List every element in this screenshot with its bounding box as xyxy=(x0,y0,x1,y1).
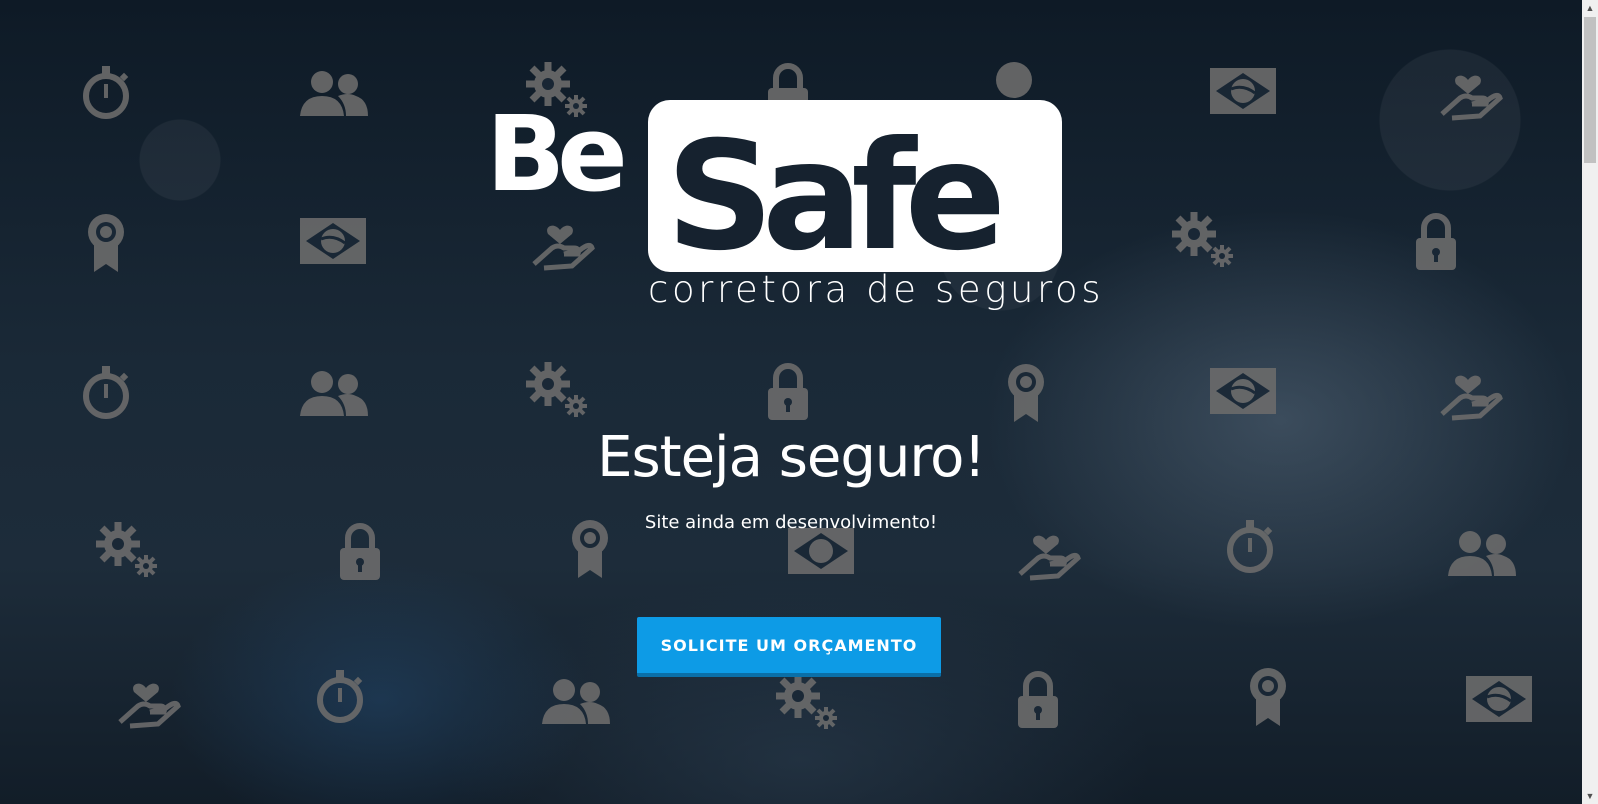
brazil-flag-icon xyxy=(1208,360,1280,424)
scroll-down-arrow-icon[interactable]: ▼ xyxy=(1582,788,1598,804)
request-quote-button[interactable]: SOLICITE UM ORÇAMENTO xyxy=(637,617,941,677)
logo-be-text: Be xyxy=(486,98,623,215)
scroll-up-arrow-icon[interactable]: ▲ xyxy=(1582,0,1598,16)
vertical-scrollbar[interactable]: ▲ ▼ xyxy=(1582,0,1598,804)
brazil-flag-icon xyxy=(298,210,370,274)
scroll-thumb[interactable] xyxy=(1584,17,1596,163)
award-icon xyxy=(1232,664,1304,728)
users-icon xyxy=(298,360,370,424)
hero-headline: Esteja seguro! xyxy=(597,425,986,490)
brazil-flag-icon xyxy=(1208,60,1280,124)
brazil-flag-icon xyxy=(1464,668,1536,732)
award-icon xyxy=(990,360,1062,424)
lock-icon xyxy=(1002,668,1074,732)
gears-icon xyxy=(770,672,842,736)
lock-icon xyxy=(1400,210,1472,274)
gears-icon xyxy=(520,360,592,424)
hero-subtitle: Site ainda em desenvolvimento! xyxy=(644,512,938,533)
users-icon xyxy=(298,60,370,124)
gears-icon xyxy=(1166,210,1238,274)
lock-icon xyxy=(752,360,824,424)
stopwatch-icon xyxy=(70,360,142,424)
logo-safe-text: Safe xyxy=(666,110,1000,284)
stopwatch-icon xyxy=(304,664,376,728)
hand-heart-icon xyxy=(110,668,182,732)
logo-tagline: corretora de seguros xyxy=(648,268,1105,311)
award-icon xyxy=(70,210,142,274)
stopwatch-icon xyxy=(70,60,142,124)
users-icon xyxy=(540,668,612,732)
hand-heart-icon xyxy=(1432,360,1504,424)
hand-heart-icon xyxy=(1432,60,1504,124)
